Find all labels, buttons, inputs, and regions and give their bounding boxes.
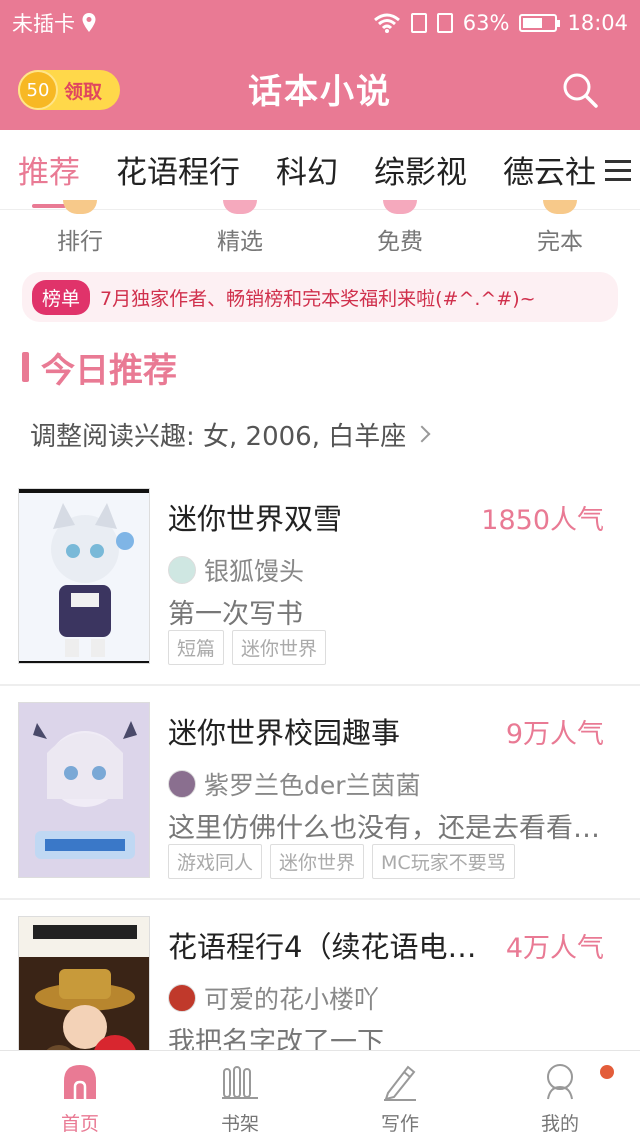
book-cover bbox=[18, 702, 150, 878]
coin-amount: 50 bbox=[26, 79, 50, 101]
author-name: 紫罗兰色der兰茵菌 bbox=[204, 771, 421, 800]
book-title: 迷你世界双雪 bbox=[168, 502, 343, 536]
notification-dot bbox=[600, 1065, 614, 1079]
author[interactable]: 紫罗兰色der兰茵菌 bbox=[168, 766, 421, 802]
tag[interactable]: MC玩家不要骂 bbox=[372, 844, 515, 879]
battery-percent: 63% bbox=[462, 11, 510, 35]
category-completed[interactable]: 完本 bbox=[480, 200, 640, 260]
category-free[interactable]: 免费 bbox=[320, 200, 480, 260]
avatar bbox=[168, 984, 196, 1012]
search-icon[interactable] bbox=[560, 70, 600, 110]
nav-label: 书架 bbox=[220, 1113, 259, 1135]
tag-list: 短篇 迷你世界 bbox=[168, 630, 327, 665]
author[interactable]: 可爱的花小楼吖 bbox=[168, 980, 379, 1016]
tab-scifi[interactable]: 科幻 bbox=[276, 130, 338, 209]
claim-coins-button[interactable]: 50 领取 bbox=[18, 70, 120, 110]
book-title: 花语程行4（续花语电影） bbox=[168, 930, 488, 964]
battery-level bbox=[523, 18, 543, 28]
book-cover bbox=[18, 488, 150, 664]
category-label: 免费 bbox=[377, 229, 423, 255]
book-item[interactable]: 迷你世界校园趣事 9万人气 紫罗兰色der兰茵菌 这里仿佛什么也没有，还是去看看… bbox=[0, 686, 640, 900]
author[interactable]: 银狐馒头 bbox=[168, 552, 304, 588]
location-icon bbox=[82, 13, 96, 32]
category-tabs: 推荐 花语程行 科幻 综影视 德云社 bbox=[0, 130, 640, 210]
wifi-icon bbox=[373, 13, 400, 33]
popularity: 4万人气 bbox=[505, 933, 604, 964]
pen-icon bbox=[384, 1065, 416, 1101]
category-label: 精选 bbox=[217, 229, 263, 255]
book-description: 这里仿佛什么也没有，还是去看看别的吧 bbox=[168, 813, 608, 844]
coin-icon: 50 bbox=[18, 70, 58, 110]
category-label: 完本 bbox=[537, 229, 583, 255]
home-icon bbox=[64, 1065, 96, 1099]
sim-icon bbox=[410, 13, 427, 33]
tag-list: 游戏同人 迷你世界 MC玩家不要骂 bbox=[168, 844, 515, 879]
nav-profile[interactable]: 我的 bbox=[480, 1051, 640, 1138]
battery-icon bbox=[519, 14, 561, 32]
author-name: 可爱的花小楼吖 bbox=[204, 985, 380, 1014]
nav-label: 首页 bbox=[60, 1113, 99, 1135]
section-accent-bar bbox=[22, 352, 29, 382]
tag[interactable]: 迷你世界 bbox=[232, 630, 327, 665]
tag[interactable]: 短篇 bbox=[168, 630, 225, 665]
category-ranking[interactable]: 排行 bbox=[0, 200, 160, 260]
announcement-text: 7月独家作者、畅销榜和完本奖福利来啦(#^.^#)~ bbox=[100, 287, 536, 310]
avatar bbox=[168, 556, 196, 584]
bookshelf-icon bbox=[222, 1066, 258, 1099]
nav-bookshelf[interactable]: 书架 bbox=[160, 1051, 320, 1138]
book-title: 迷你世界校园趣事 bbox=[168, 716, 401, 750]
tab-menu-icon[interactable] bbox=[596, 130, 640, 209]
author-name: 银狐馒头 bbox=[204, 557, 305, 586]
adjust-interest-link[interactable]: 调整阅读兴趣: 女, 2006, 白羊座 bbox=[30, 412, 431, 456]
tab-deyunshe[interactable]: 德云社 bbox=[503, 130, 596, 209]
section-header: 今日推荐 bbox=[22, 344, 177, 391]
tag[interactable]: 迷你世界 bbox=[270, 844, 365, 879]
app-header: 50 领取 话本小说 bbox=[0, 46, 640, 130]
nav-label: 我的 bbox=[540, 1113, 579, 1135]
tab-huayu[interactable]: 花语程行 bbox=[116, 130, 240, 209]
sim-icon bbox=[436, 13, 453, 33]
status-bar: 未插卡 63% 18:04 bbox=[0, 0, 640, 46]
featured-icon bbox=[223, 200, 257, 214]
bottom-nav: 首页 书架 写作 我的 bbox=[0, 1050, 640, 1138]
free-icon bbox=[383, 200, 417, 214]
category-shortcuts: 排行 精选 免费 完本 bbox=[0, 200, 640, 260]
category-label: 排行 bbox=[57, 229, 103, 255]
popularity: 9万人气 bbox=[505, 719, 604, 750]
clock: 18:04 bbox=[567, 11, 628, 35]
tab-recommend[interactable]: 推荐 bbox=[18, 130, 80, 209]
nav-label: 写作 bbox=[380, 1113, 419, 1135]
section-title: 今日推荐 bbox=[41, 350, 177, 391]
category-featured[interactable]: 精选 bbox=[160, 200, 320, 260]
nav-home[interactable]: 首页 bbox=[0, 1051, 160, 1138]
tag[interactable]: 游戏同人 bbox=[168, 844, 263, 879]
carrier-text: 未插卡 bbox=[12, 12, 75, 36]
announcement-badge: 榜单 bbox=[32, 279, 91, 315]
book-item[interactable]: 迷你世界双雪 1850人气 银狐馒头 第一次写书 短篇 迷你世界 bbox=[0, 472, 640, 686]
book-description: 第一次写书 bbox=[168, 599, 303, 630]
announcement-banner[interactable]: 榜单 7月独家作者、畅销榜和完本奖福利来啦(#^.^#)~ bbox=[22, 272, 618, 322]
page-title: 话本小说 bbox=[248, 71, 392, 112]
chevron-right-icon bbox=[413, 425, 431, 443]
profile-icon bbox=[547, 1064, 573, 1100]
ranking-icon bbox=[63, 200, 97, 214]
completed-icon bbox=[543, 200, 577, 214]
interest-text: 调整阅读兴趣: 女, 2006, 白羊座 bbox=[30, 421, 407, 452]
popularity: 1850人气 bbox=[481, 505, 604, 536]
tab-film-tv[interactable]: 综影视 bbox=[374, 130, 467, 209]
avatar bbox=[168, 770, 196, 798]
claim-label: 领取 bbox=[64, 80, 103, 103]
nav-write[interactable]: 写作 bbox=[320, 1051, 480, 1138]
